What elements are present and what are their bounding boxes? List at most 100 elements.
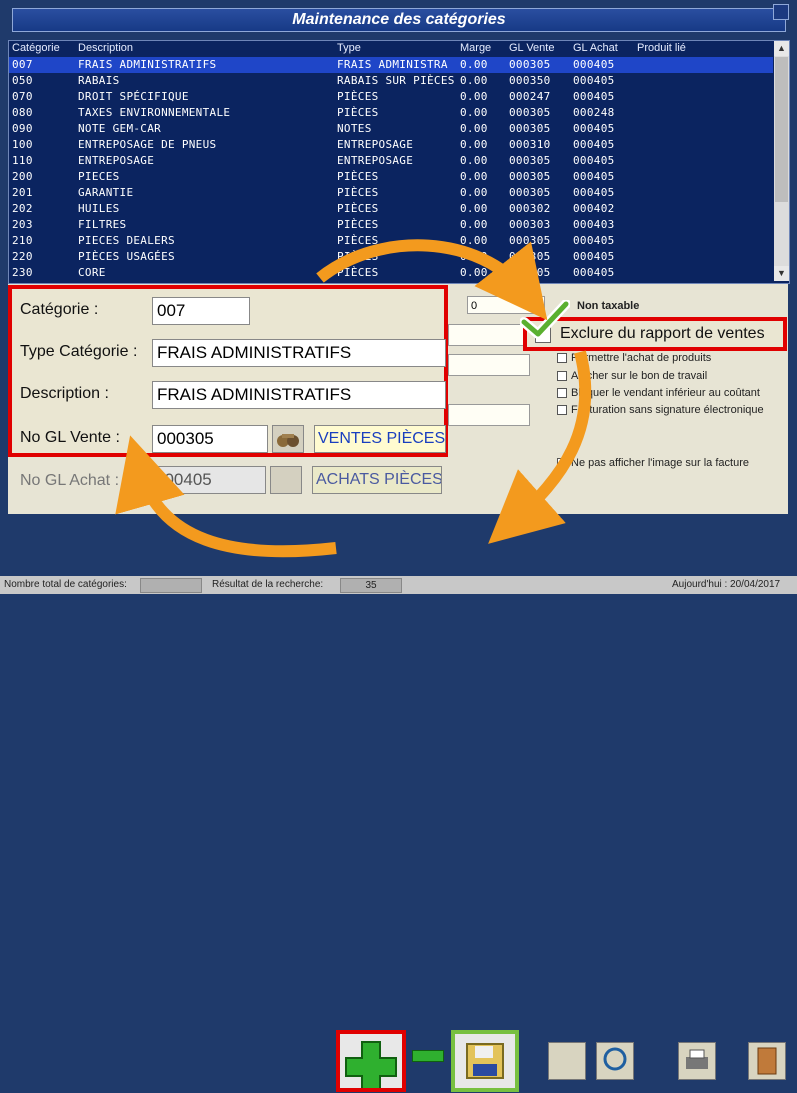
table-cell: FILTRES: [78, 218, 127, 231]
col-header-description[interactable]: Description: [78, 42, 133, 54]
total-value-field: [140, 578, 202, 593]
option-facturation[interactable]: Facturation sans signature électronique: [557, 404, 764, 416]
description-label: Description :: [20, 385, 109, 402]
scroll-thumb[interactable]: [775, 57, 788, 202]
table-cell: 0.00: [460, 170, 488, 183]
table-cell: 000305: [509, 234, 551, 247]
extra-field-3[interactable]: [448, 404, 530, 426]
bloquer-label: Bloquer le vendant inférieur au coûtant: [571, 387, 760, 399]
ne-pas-afficher-checkbox[interactable]: [557, 458, 567, 469]
gl-achat-input[interactable]: 000405: [150, 466, 266, 494]
table-cell: 007: [12, 58, 33, 71]
table-cell: 000405: [573, 250, 615, 263]
table-cell: 000305: [509, 122, 551, 135]
grid-scrollbar[interactable]: ▲ ▼: [774, 41, 789, 281]
gl-vente-lookup-icon[interactable]: [272, 425, 304, 453]
today-label: Aujourd'hui : 20/04/2017: [672, 579, 781, 590]
table-cell: PIÈCES: [337, 250, 379, 263]
option-afficher-bon[interactable]: Afficher sur le bon de travail: [557, 370, 707, 382]
table-cell: 000405: [573, 266, 615, 279]
table-row[interactable]: 203 FILTRES PIÈCES 0.00 000303 000403: [9, 217, 773, 233]
extra-field-2[interactable]: [448, 354, 530, 376]
table-cell: 080: [12, 106, 33, 119]
table-cell: 000305: [509, 106, 551, 119]
table-cell: 000405: [573, 234, 615, 247]
table-row[interactable]: 230 CORE PIÈCES 0.00 000305 000405: [9, 265, 773, 281]
table-cell: TAXES ENVIRONNEMENTALE: [78, 106, 231, 119]
table-row[interactable]: 080 TAXES ENVIRONNEMENTALE PIÈCES 0.00 00030…: [9, 105, 773, 121]
search-binoculars-icon[interactable]: [548, 1042, 586, 1080]
table-row[interactable]: 200 PIECES PIÈCES 0.00 000305 000405: [9, 169, 773, 185]
table-cell: 000305: [509, 58, 551, 71]
table-row[interactable]: 070 DROIT SPÉCIFIQUE PIÈCES 0.00 000247 00040…: [9, 89, 773, 105]
description-input[interactable]: FRAIS ADMINISTRATIFS: [152, 381, 446, 409]
col-header-type[interactable]: Type: [337, 42, 361, 54]
scroll-down-icon[interactable]: ▼: [774, 266, 789, 281]
non-taxable-label[interactable]: Non taxable: [577, 300, 639, 312]
table-cell: 0.00: [460, 90, 488, 103]
gl-achat-label: No GL Achat :: [20, 472, 120, 489]
table-row[interactable]: 090 NOTE GEM-CAR NOTES 0.00 000305 000405: [9, 121, 773, 137]
table-row[interactable]: 100 ENTREPOSAGE DE PNEUS ENTREPOSAGE 0.00 00…: [9, 137, 773, 153]
option-permettre[interactable]: Permettre l'achat de produits: [557, 352, 711, 364]
table-cell: NOTES: [337, 122, 372, 135]
table-cell: 000405: [573, 74, 615, 87]
table-cell: 000303: [509, 218, 551, 231]
grid-body: 007 FRAIS ADMINISTRATIFS FRAIS ADMINISTRA 0…: [9, 57, 773, 281]
table-cell: 0.00: [460, 106, 488, 119]
printer-icon[interactable]: [678, 1042, 716, 1080]
window-title: Maintenance des catégories: [12, 8, 786, 32]
table-row[interactable]: 110 ENTREPOSAGE ENTREPOSAGE 0.00 000305 00040…: [9, 153, 773, 169]
table-row[interactable]: 202 HUILES PIÈCES 0.00 000302 000402: [9, 201, 773, 217]
gl-vente-input[interactable]: 000305: [152, 425, 268, 453]
table-cell: 0.00: [460, 186, 488, 199]
save-icon: [466, 1043, 504, 1079]
table-cell: FRAIS ADMINISTRATIFS: [78, 58, 217, 71]
bloquer-checkbox[interactable]: [557, 388, 567, 399]
table-cell: PIÈCES: [337, 106, 379, 119]
col-header-produit-lie[interactable]: Produit lié: [637, 42, 686, 54]
scroll-up-icon[interactable]: ▲: [774, 41, 789, 56]
checkmark-icon: [520, 300, 570, 339]
table-cell: NOTE GEM-CAR: [78, 122, 162, 135]
table-row[interactable]: 201 GARANTIE PIÈCES 0.00 000305 000405: [9, 185, 773, 201]
table-row[interactable]: 210 PIECES DEALERS PIÈCES 0.00 000305 000405: [9, 233, 773, 249]
add-button[interactable]: [336, 1030, 406, 1093]
table-cell: 0.00: [460, 74, 488, 87]
table-cell: 000405: [573, 122, 615, 135]
categorie-input[interactable]: 007: [152, 297, 250, 325]
minus-icon[interactable]: [412, 1050, 444, 1062]
table-cell: PIÈCES: [337, 186, 379, 199]
table-cell: 210: [12, 234, 33, 247]
exclure-label: Exclure du rapport de ventes: [560, 325, 765, 342]
table-cell: 000403: [573, 218, 615, 231]
option-bloquer[interactable]: Bloquer le vendant inférieur au coûtant: [557, 387, 760, 399]
zoom-icon[interactable]: [596, 1042, 634, 1080]
table-cell: 000405: [573, 154, 615, 167]
option-ne-pas-afficher[interactable]: Ne pas afficher l'image sur la facture: [557, 457, 749, 469]
type-categorie-input[interactable]: FRAIS ADMINISTRATIFS: [152, 339, 446, 367]
gl-achat-lookup-icon[interactable]: [270, 466, 302, 494]
close-icon[interactable]: [773, 4, 789, 20]
table-row[interactable]: 220 PIÈCES USAGÉES PIÈCES 0.00 000305 000405: [9, 249, 773, 265]
table-row[interactable]: 007 FRAIS ADMINISTRATIFS FRAIS ADMINISTRA 0…: [9, 57, 773, 73]
table-cell: DROIT SPÉCIFIQUE: [78, 90, 189, 103]
facturation-checkbox[interactable]: [557, 405, 567, 416]
table-cell: 203: [12, 218, 33, 231]
save-button[interactable]: [451, 1030, 519, 1092]
permettre-checkbox[interactable]: [557, 353, 567, 364]
afficher-bon-checkbox[interactable]: [557, 371, 567, 382]
categories-grid[interactable]: Catégorie Description Type Marge GL Vent…: [8, 40, 790, 284]
table-row[interactable]: 050 RABAIS RABAIS SUR PIÈCES 0.00 000350 0004…: [9, 73, 773, 89]
exit-icon[interactable]: [748, 1042, 786, 1080]
table-cell: 230: [12, 266, 33, 279]
col-header-categorie[interactable]: Catégorie: [12, 42, 60, 54]
col-header-gl-vente[interactable]: GL Vente: [509, 42, 554, 54]
col-header-marge[interactable]: Marge: [460, 42, 491, 54]
table-cell: PIÈCES: [337, 266, 379, 279]
col-header-gl-achat[interactable]: GL Achat: [573, 42, 618, 54]
table-cell: 201: [12, 186, 33, 199]
table-cell: GARANTIE: [78, 186, 134, 199]
extra-field-1[interactable]: [448, 324, 530, 346]
type-categorie-label: Type Catégorie :: [20, 343, 138, 360]
